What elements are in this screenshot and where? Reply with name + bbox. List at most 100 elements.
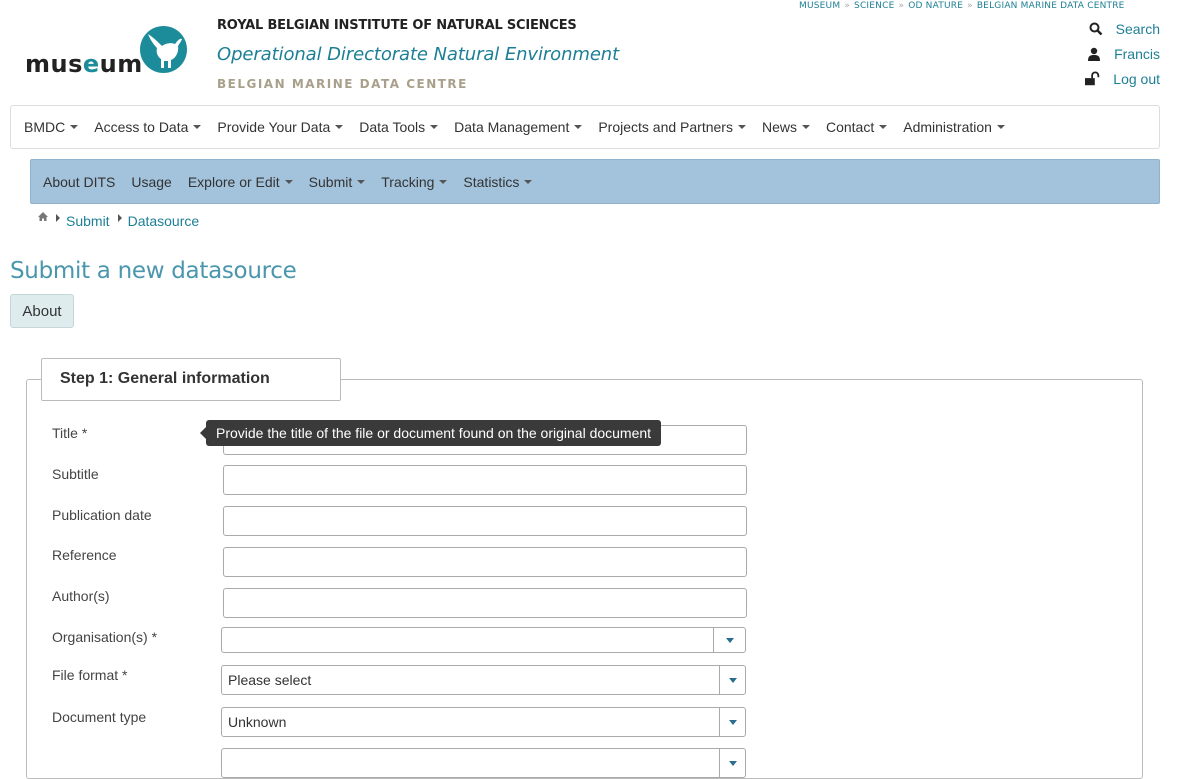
required-mark: * [151, 629, 158, 645]
top-link-museum[interactable]: MUSEUM [799, 1, 840, 11]
dropdown-toggle[interactable] [719, 749, 745, 777]
label-text: Title [52, 425, 78, 441]
subnav-label: Statistics [463, 173, 520, 190]
dinosaur-logo-icon [140, 26, 187, 73]
nav-data-tools[interactable]: Data Tools [359, 119, 439, 135]
organisations-label: Organisation(s) * [52, 629, 157, 645]
main-navbar: BMDC Access to Data Provide Your Data Da… [10, 105, 1160, 149]
file-format-label: File format * [52, 667, 127, 683]
logout-link[interactable]: Log out [1085, 71, 1160, 87]
logout-label: Log out [1113, 71, 1160, 87]
caret-down-icon [801, 125, 810, 130]
nav-label: Contact [825, 119, 875, 135]
nav-news[interactable]: News [762, 119, 810, 135]
nav-provide-your-data[interactable]: Provide Your Data [217, 119, 344, 135]
file-format-select[interactable]: Please select [221, 665, 746, 695]
dropdown-toggle[interactable] [719, 666, 745, 694]
directorate-name[interactable]: Operational Directorate Natural Environm… [217, 44, 619, 65]
top-link-bmdc[interactable]: BELGIAN MARINE DATA CENTRE [977, 1, 1125, 11]
nav-label: News [761, 119, 797, 135]
nav-label: BMDC [24, 119, 66, 135]
nav-label: Administration [903, 119, 992, 135]
page-title: Submit a new datasource [10, 258, 297, 284]
user-profile-link[interactable]: Francis [1086, 46, 1160, 62]
subnav-about-dits[interactable]: About DITS [43, 174, 115, 190]
reference-input[interactable] [223, 547, 747, 577]
document-type-select[interactable]: Unknown [221, 707, 746, 737]
museum-logo[interactable]: museum [25, 50, 143, 78]
nav-contact[interactable]: Contact [825, 119, 888, 135]
label-text: Organisation(s) [52, 629, 148, 645]
dits-subnav: About DITS Usage Explore or Edit Submit … [30, 159, 1160, 204]
reference-label: Reference [52, 547, 117, 563]
logo-text-end: um [99, 50, 143, 78]
user-name: Francis [1114, 46, 1160, 62]
about-button[interactable]: About [10, 294, 74, 328]
separator: » [844, 1, 851, 11]
centre-name: BELGIAN MARINE DATA CENTRE [217, 77, 468, 91]
nav-access-to-data[interactable]: Access to Data [94, 119, 202, 135]
nav-label: Provide Your Data [217, 119, 331, 135]
search-link[interactable]: Search [1088, 21, 1160, 37]
caret-down-icon [284, 179, 293, 184]
breadcrumb-datasource[interactable]: Datasource [128, 213, 200, 229]
authors-input[interactable] [223, 588, 747, 618]
caret-down-icon [524, 179, 533, 184]
authors-label: Author(s) [52, 588, 110, 604]
subnav-statistics[interactable]: Statistics [463, 173, 533, 190]
chevron-down-icon [728, 719, 737, 725]
caret-down-icon [193, 125, 202, 130]
breadcrumb-submit[interactable]: Submit [66, 213, 110, 229]
subnav-tracking[interactable]: Tracking [381, 173, 448, 190]
select-value: Please select [228, 672, 312, 688]
subnav-label: Usage [131, 173, 172, 190]
required-mark: * [122, 667, 128, 683]
publication-date-input[interactable] [223, 506, 747, 536]
caret-down-icon [335, 125, 344, 130]
caret-down-icon [737, 125, 746, 130]
unlock-icon [1085, 71, 1100, 86]
label-text: File format [52, 667, 119, 683]
home-icon[interactable] [38, 212, 48, 222]
chevron-right-icon [56, 214, 60, 222]
user-icon [1088, 47, 1101, 61]
nav-projects-and-partners[interactable]: Projects and Partners [598, 119, 746, 135]
subnav-submit[interactable]: Submit [309, 174, 366, 190]
subtitle-input[interactable] [223, 465, 747, 495]
organisations-select[interactable] [221, 627, 746, 653]
caret-down-icon [574, 125, 583, 130]
top-link-science[interactable]: SCIENCE [854, 1, 894, 11]
subnav-explore-or-edit[interactable]: Explore or Edit [188, 174, 293, 190]
nav-label: Projects and Partners [598, 119, 733, 135]
search-icon [1089, 22, 1102, 36]
subnav-label: About DITS [43, 173, 116, 190]
subnav-usage[interactable]: Usage [131, 174, 171, 190]
top-site-links: MUSEUM» SCIENCE» OD NATURE» BELGIAN MARINE … [799, 1, 1125, 11]
separator: » [967, 1, 973, 11]
next-select[interactable] [221, 748, 746, 778]
nav-label: Data Tools [359, 119, 426, 135]
subnav-label: Tracking [381, 173, 435, 190]
top-link-od-nature[interactable]: OD NATURE [908, 1, 963, 11]
subnav-label: Explore or Edit [187, 173, 280, 190]
institute-name: ROYAL BELGIAN INSTITUTE OF NATURAL SCIEN… [217, 18, 577, 33]
nav-label: Data Management [454, 119, 570, 135]
nav-data-management[interactable]: Data Management [454, 119, 583, 135]
chevron-right-icon [117, 214, 122, 222]
nav-bmdc[interactable]: BMDC [24, 119, 79, 135]
logo-text-e: e [82, 50, 100, 78]
breadcrumb: Submit Datasource [38, 212, 200, 229]
search-label: Search [1115, 21, 1160, 37]
chevron-down-icon [728, 677, 737, 683]
dropdown-toggle[interactable] [719, 708, 745, 736]
nav-administration[interactable]: Administration [903, 119, 1005, 135]
select-value: Unknown [228, 714, 287, 730]
document-type-label: Document type [52, 709, 147, 725]
subnav-label: Submit [308, 173, 353, 190]
logo-text-start: mus [25, 50, 83, 78]
nav-label: Access to Data [94, 119, 189, 135]
dropdown-toggle[interactable] [713, 628, 745, 652]
caret-down-icon [70, 125, 79, 130]
caret-down-icon [439, 179, 448, 184]
subtitle-label: Subtitle [52, 466, 99, 482]
